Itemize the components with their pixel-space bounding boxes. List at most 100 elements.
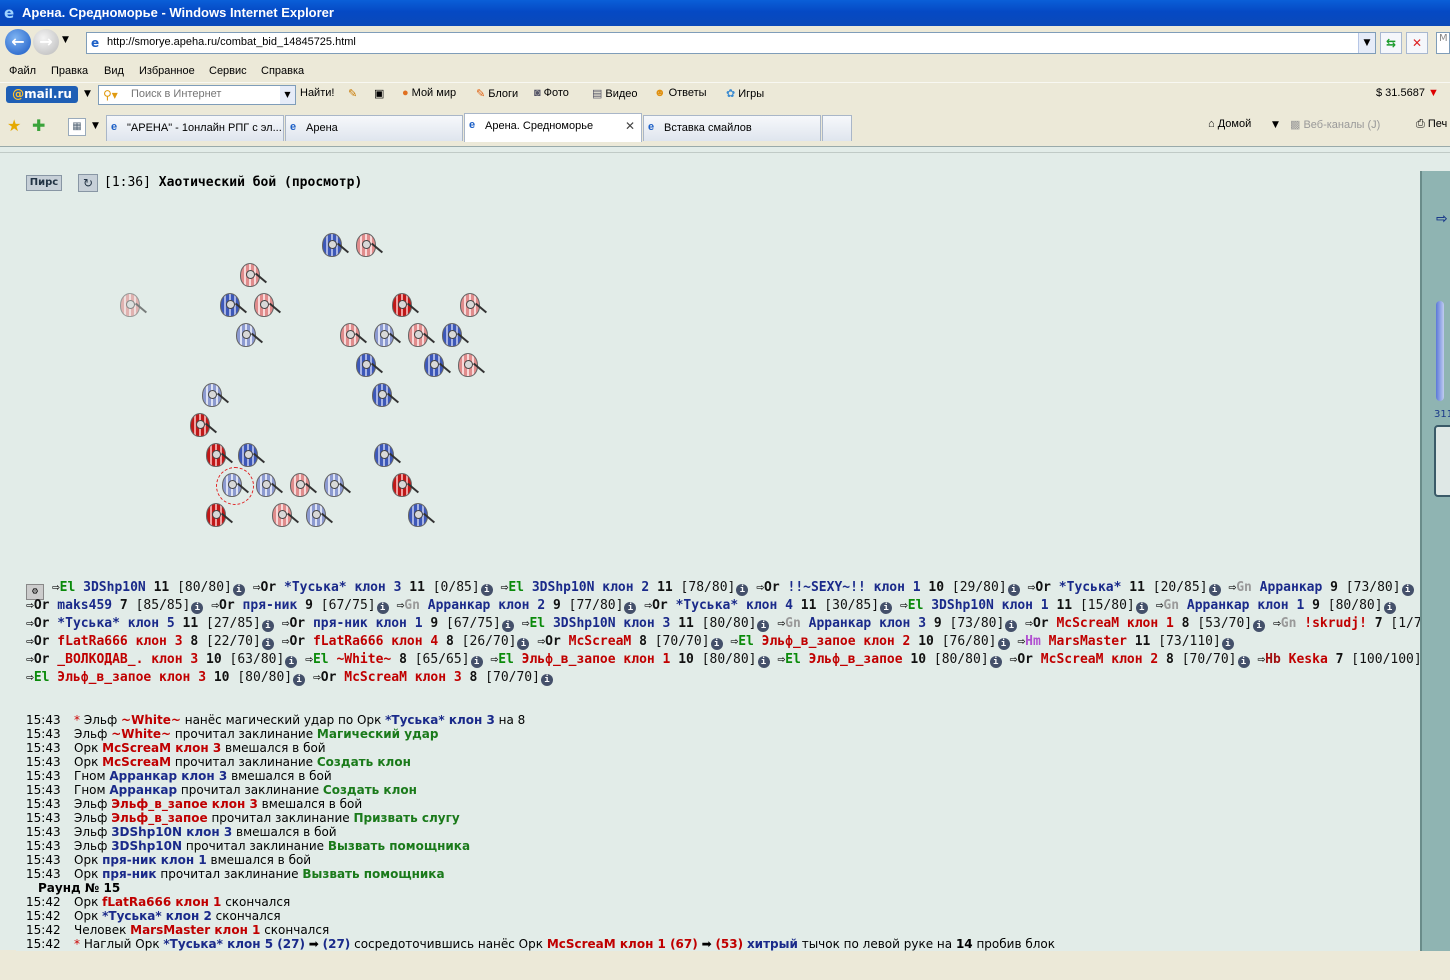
fighter-token[interactable] — [318, 231, 352, 261]
fighter-name[interactable]: *Туська* — [1051, 580, 1122, 595]
roster-entry[interactable]: ⇨Or *Туська* 11 [20/85] i — [1028, 580, 1221, 596]
history-dropdown-icon[interactable]: ▼ — [62, 35, 69, 45]
fighter-name[interactable]: *Туська* клон 5 — [49, 616, 174, 631]
search-dropdown-icon[interactable]: ▼ — [280, 86, 295, 104]
fighter-name[interactable]: *Туська* клон 3 — [276, 580, 401, 595]
roster-entry[interactable]: ⇨Gn Арранкар клон 2 9 [77/80] i — [396, 598, 637, 614]
info-icon[interactable]: i — [470, 656, 483, 668]
menu-tools[interactable]: Сервис — [209, 65, 247, 77]
fighter-token[interactable] — [186, 411, 220, 441]
menu-file[interactable]: Файл — [9, 65, 36, 77]
fighter-name[interactable]: Арранкар клон 1 — [1179, 598, 1304, 613]
roster-entry[interactable]: ⇨Or !!~SEXY~!! клон 1 10 [29/80] i — [756, 580, 1020, 596]
fighter-token[interactable] — [404, 501, 438, 531]
info-icon[interactable]: i — [285, 656, 298, 668]
fighter-name[interactable]: ~White~ — [329, 652, 391, 667]
print-button[interactable]: ⎙ Печ — [1416, 118, 1447, 131]
highlight-icon[interactable]: ✎ — [348, 87, 357, 100]
fighter-token[interactable] — [352, 231, 386, 261]
roster-entry[interactable]: ⇨El 3DShp10N клон 2 11 [78/80] i — [501, 580, 749, 596]
fighter-token[interactable] — [454, 351, 488, 381]
close-tab-icon[interactable]: ✕ — [625, 119, 635, 133]
menu-favorites[interactable]: Избранное — [139, 65, 195, 77]
menu-help[interactable]: Справка — [261, 65, 304, 77]
fighter-name[interactable]: 3DShp10N — [75, 580, 146, 595]
log-fighter-name[interactable]: Эльф_в_запое — [111, 811, 207, 825]
info-icon[interactable]: i — [1253, 620, 1266, 632]
info-icon[interactable]: i — [517, 638, 530, 650]
roster-entry[interactable]: ⇨El 3DShp10N клон 1 11 [15/80] i — [900, 598, 1148, 614]
url-dropdown-icon[interactable]: ▼ — [1358, 33, 1375, 53]
fighter-name[interactable]: Арранкар клон 3 — [801, 616, 926, 631]
mailru-dropdown-icon[interactable]: ▼ — [84, 89, 91, 99]
roster-entry[interactable]: ⇨El 3DShp10N 11 [80/80] i — [52, 580, 245, 596]
roster-entry[interactable]: ⇨Or fLatRa666 клон 4 8 [26/70] i — [282, 634, 530, 650]
menu-edit[interactable]: Правка — [51, 65, 88, 77]
blogs-button[interactable]: ✎ Блоги — [476, 87, 518, 100]
fighter-name[interactable]: !!~SEXY~!! клон 1 — [780, 580, 920, 595]
fighter-token[interactable] — [286, 471, 320, 501]
tab-arena[interactable]: e Арена — [285, 115, 463, 141]
info-icon[interactable]: i — [1221, 638, 1234, 650]
fighter-name[interactable]: Эльф_в_запое клон 3 — [49, 670, 206, 685]
info-icon[interactable]: i — [997, 638, 1010, 650]
log-fighter-name[interactable]: fLatRa666 клон 1 — [102, 895, 221, 909]
roster-entry[interactable]: ⇨Or McScreaM 8 [70/70] i — [537, 634, 723, 650]
fighter-token[interactable] — [336, 321, 370, 351]
info-icon[interactable]: i — [501, 620, 514, 632]
roster-entry[interactable]: ⇨Hb Keska 7 [100/100]i — [1257, 652, 1435, 668]
info-icon[interactable]: i — [293, 674, 306, 686]
fighter-name[interactable]: maks459 — [49, 598, 112, 613]
roster-entry[interactable]: ⇨El Эльф_в_запое 10 [80/80] i — [777, 652, 1002, 668]
feeds-button[interactable]: ▩ Веб-каналы (J) — [1290, 118, 1380, 131]
fighter-name[interactable]: McScreaM клон 1 — [1049, 616, 1173, 631]
pirs-button[interactable]: Пирс — [26, 175, 62, 191]
info-icon[interactable]: i — [710, 638, 723, 650]
home-button[interactable]: ⌂ Домой — [1208, 118, 1251, 130]
fighter-name[interactable]: !skrudj! — [1296, 616, 1367, 631]
battle-field[interactable] — [96, 221, 516, 541]
log-fighter-name[interactable]: *Туська* клон 2 — [102, 909, 212, 923]
roster-entry[interactable]: ⇨El ~White~ 8 [65/65] i — [305, 652, 483, 668]
fighter-name[interactable]: Эльф_в_запое клон 1 — [514, 652, 671, 667]
photo-button[interactable]: ◙ Фото — [534, 87, 569, 99]
menu-view[interactable]: Вид — [104, 65, 124, 77]
add-favorite-icon[interactable]: ✚ — [32, 116, 45, 135]
tab-list-dropdown-icon[interactable]: ▼ — [92, 121, 99, 131]
info-icon[interactable]: i — [1401, 584, 1414, 596]
info-icon[interactable]: i — [480, 584, 493, 596]
info-icon[interactable]: i — [736, 584, 749, 596]
fighter-name[interactable]: Эльф_в_запое клон 2 — [754, 634, 911, 649]
back-button[interactable]: ← — [5, 29, 31, 55]
log-fighter-name[interactable]: ~White~ — [111, 727, 171, 741]
tab-arena-srednomorye[interactable]: e Арена. Средноморье ✕ — [464, 113, 642, 142]
roster-entry[interactable]: ⇨El 3DShp10N клон 3 11 [80/80] i — [522, 616, 770, 632]
fighter-name[interactable]: McScreaM — [561, 634, 632, 649]
info-icon[interactable]: i — [1135, 602, 1148, 614]
log-fighter-name[interactable]: хитрый — [747, 937, 798, 951]
info-icon[interactable]: i — [540, 674, 553, 686]
fighter-name[interactable]: fLatRa666 клон 3 — [49, 634, 182, 649]
fighter-name[interactable]: _ВОЛКОДАВ_. клон 3 — [49, 652, 198, 667]
log-fighter-name[interactable]: Арранкар клон 3 — [109, 769, 227, 783]
log-fighter-name[interactable]: ~White~ — [121, 713, 181, 727]
fighter-token[interactable] — [320, 471, 354, 501]
log-fighter-name[interactable]: 3DShp10N — [111, 839, 182, 853]
stop-button[interactable]: ✕ — [1406, 32, 1428, 54]
info-icon[interactable]: i — [191, 602, 204, 614]
roster-entry[interactable]: ⇨Or McScreaM клон 3 8 [70/70] i — [313, 670, 553, 686]
log-fighter-name[interactable]: *Туська* клон 3 — [385, 713, 495, 727]
fighter-name[interactable]: fLatRa666 клон 4 — [305, 634, 438, 649]
tab-arena-rpg[interactable]: e "АРЕНА" - 1онлайн РПГ с эл... — [106, 115, 284, 141]
roster-entry[interactable]: ⇨El Эльф_в_запое клон 2 10 [76/80] i — [730, 634, 1010, 650]
roster-entry[interactable]: ⇨Or McScreaM клон 1 8 [53/70] i — [1025, 616, 1266, 632]
info-icon[interactable]: i — [757, 656, 770, 668]
fighter-token[interactable] — [236, 261, 270, 291]
roster-entry[interactable]: ⇨Or McScreaM клон 2 8 [70/70] i — [1010, 652, 1250, 668]
roster-entry[interactable]: ⇨Hm MarsMaster 11 [73/110] i — [1017, 634, 1234, 650]
log-fighter-name[interactable]: (53) — [715, 937, 743, 951]
info-icon[interactable]: i — [1005, 620, 1018, 632]
fighter-token[interactable] — [198, 381, 232, 411]
my-world-button[interactable]: ● Мой мир — [402, 87, 456, 99]
info-icon[interactable]: i — [989, 656, 1002, 668]
